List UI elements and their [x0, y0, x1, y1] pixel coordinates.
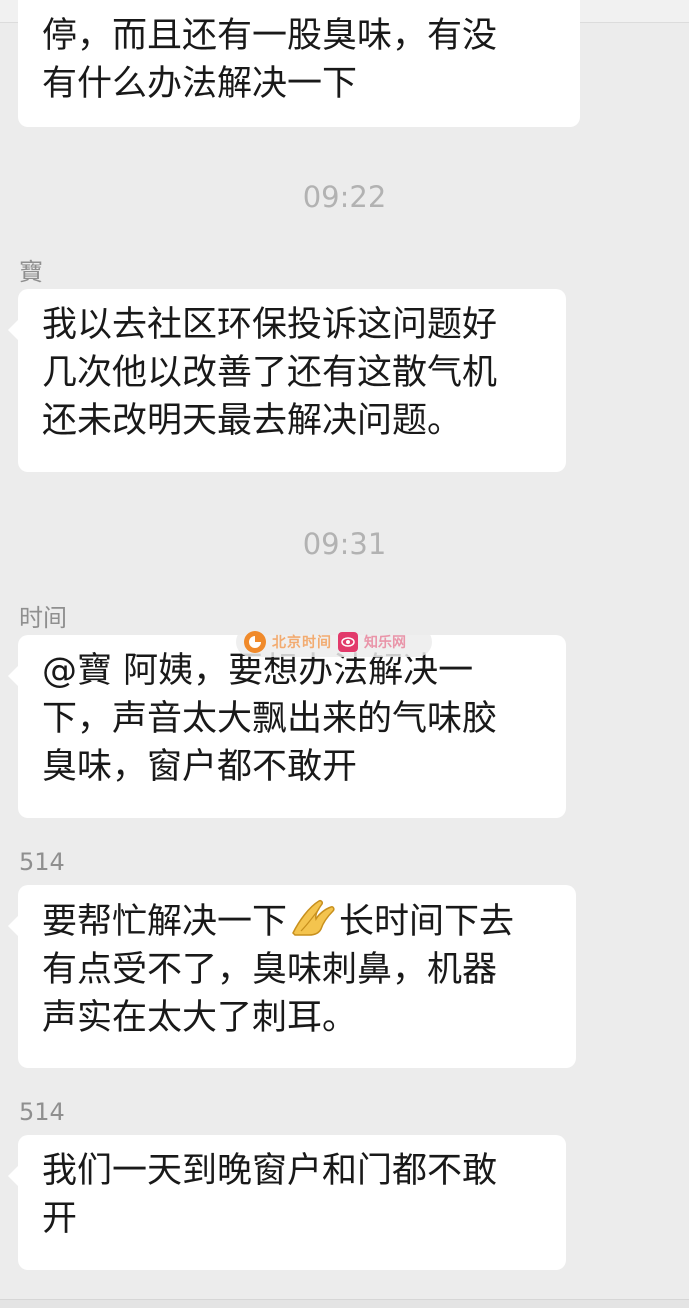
message-bubble[interactable]: 我们一天到晚窗户和门都不敢 开 [8, 1135, 566, 1270]
watermark-logo-icon [244, 631, 266, 653]
watermark: 北京时间 知乐网 [236, 627, 432, 657]
message-bubble[interactable]: 要帮忙解决一下 长时间下去 有点受不了，臭味刺鼻，机器 声实在太大了刺耳。 [8, 885, 576, 1068]
folded-hands-emoji-icon [289, 897, 337, 937]
sender-name: 寶 [19, 258, 43, 286]
message-text: 长时间下去 [339, 902, 515, 942]
message-line: 停，而且还有一股臭味，有没 [42, 16, 498, 56]
message-bubble[interactable]: 停，而且还有一股臭味，有没 有什么办法解决一下 [18, 0, 580, 127]
eye-icon [338, 632, 358, 652]
sender-name: 时间 [19, 604, 67, 632]
message-bubble[interactable]: @寶 阿姨，要想办法解决一 下，声音太大飘出来的气味胶 臭味，窗户都不敢开 [8, 635, 566, 818]
watermark-text: 北京时间 [272, 635, 332, 651]
sender-name: 514 [19, 848, 65, 876]
message-line: 我以去社区环保投诉这问题好 [42, 305, 498, 345]
message-text: 要帮忙解决一下 [42, 902, 288, 942]
message-line: 几次他以改善了还有这散气机 [42, 353, 498, 393]
message-bubble[interactable]: 我以去社区环保投诉这问题好 几次他以改善了还有这散气机 还未改明天最去解决问题。 [8, 289, 566, 472]
watermark-text: 知乐网 [364, 635, 406, 651]
message-line: 臭味，窗户都不敢开 [42, 747, 358, 787]
message-line: 还未改明天最去解决问题。 [42, 401, 463, 441]
timestamp: 09:31 [302, 527, 387, 561]
message-line: 声实在太大了刺耳。 [42, 998, 358, 1038]
message-line: 要帮忙解决一下 长时间下去 [42, 897, 552, 946]
timestamp: 09:22 [302, 180, 387, 214]
message-line: 有点受不了，臭味刺鼻，机器 [42, 950, 498, 990]
message-line: 有什么办法解决一下 [42, 64, 358, 104]
message-line: 我们一天到晚窗户和门都不敢 [42, 1151, 498, 1191]
sender-name: 514 [19, 1098, 65, 1126]
message-line: 开 [42, 1199, 78, 1239]
message-line: 下，声音太大飘出来的气味胶 [42, 699, 498, 739]
